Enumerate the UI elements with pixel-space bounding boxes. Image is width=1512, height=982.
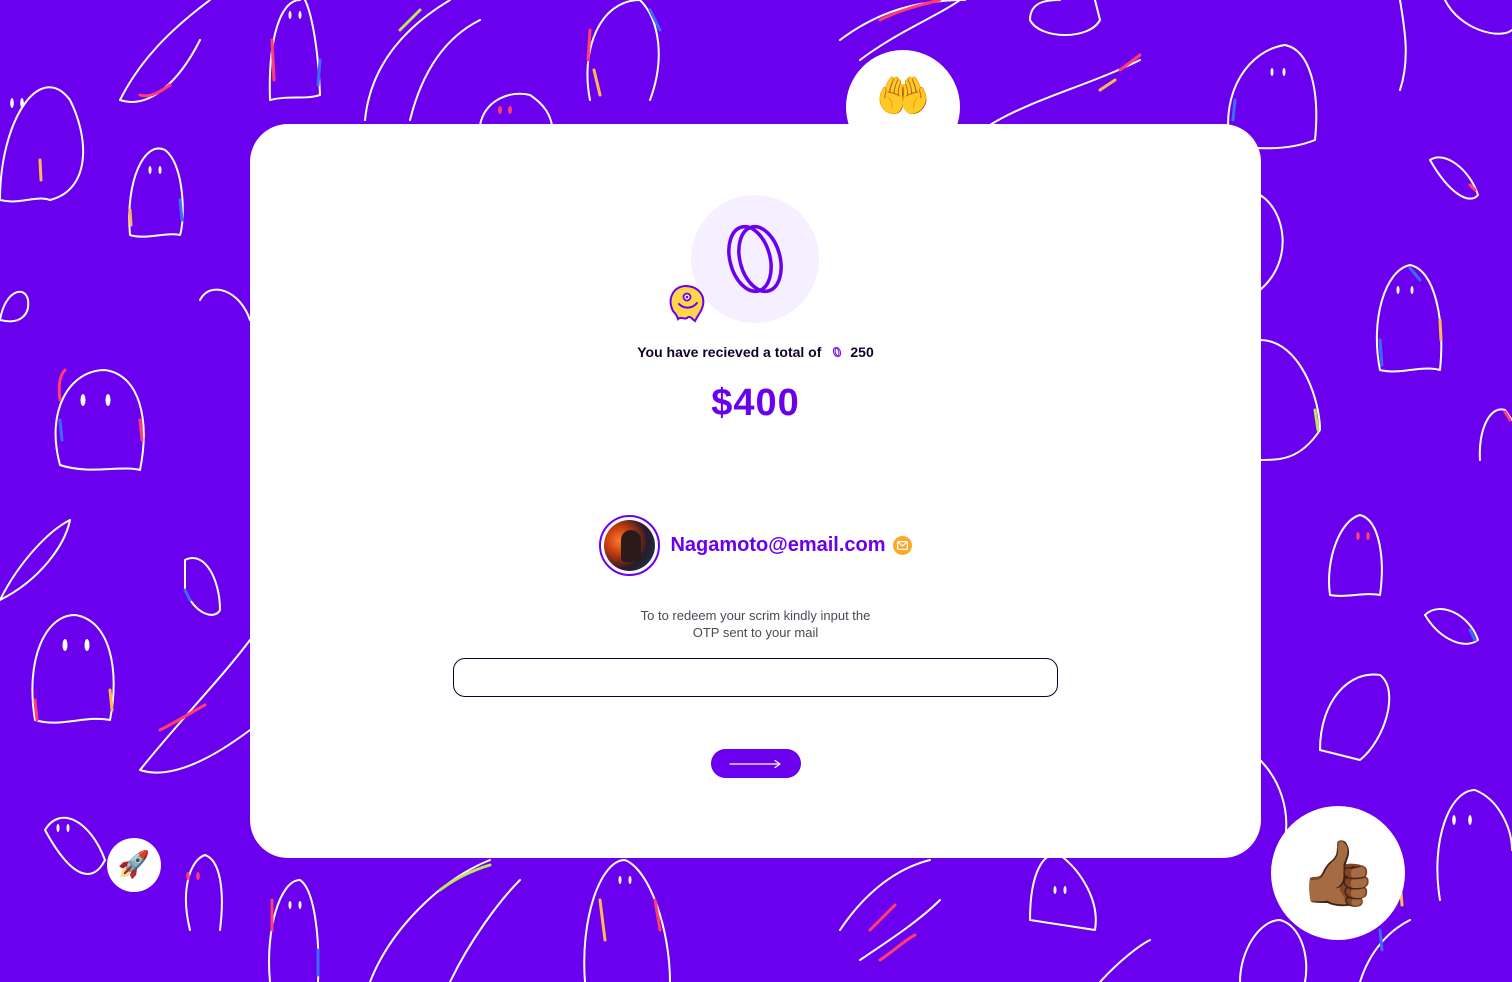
amount-value: $400 — [711, 382, 800, 424]
scrim-logo-icon — [727, 224, 783, 294]
thumbs-up-emoji: 👍🏾 — [1298, 836, 1378, 911]
recipient-email: Nagamoto@email.com — [670, 534, 886, 556]
otp-input[interactable] — [453, 658, 1058, 697]
logo-badge — [691, 195, 819, 323]
otp-instruction: To to redeem your scrim kindly input the… — [640, 608, 871, 640]
ghost-mascot-icon — [669, 284, 705, 323]
scrim-token-icon — [833, 347, 842, 357]
avatar-image — [604, 520, 656, 571]
hands-emoji: 🤲 — [875, 71, 931, 122]
total-tokens-value: 250 — [850, 344, 874, 360]
total-received-row: You have recieved a total of 250 — [250, 344, 1261, 360]
recipient-row: Nagamoto@email.com — [250, 515, 1261, 576]
redeem-card: You have recieved a total of 250 $400 Na… — [250, 124, 1261, 858]
submit-button[interactable] — [711, 749, 801, 778]
user-avatar — [599, 515, 661, 576]
total-received-label: You have recieved a total of — [637, 344, 822, 360]
envelope-icon — [892, 536, 912, 555]
rocket-emoji: 🚀 — [117, 850, 151, 880]
rocket-emoji-bubble: 🚀 — [107, 838, 161, 892]
arrow-right-icon — [729, 759, 781, 768]
thumbs-up-emoji-bubble: 👍🏾 — [1271, 806, 1405, 940]
